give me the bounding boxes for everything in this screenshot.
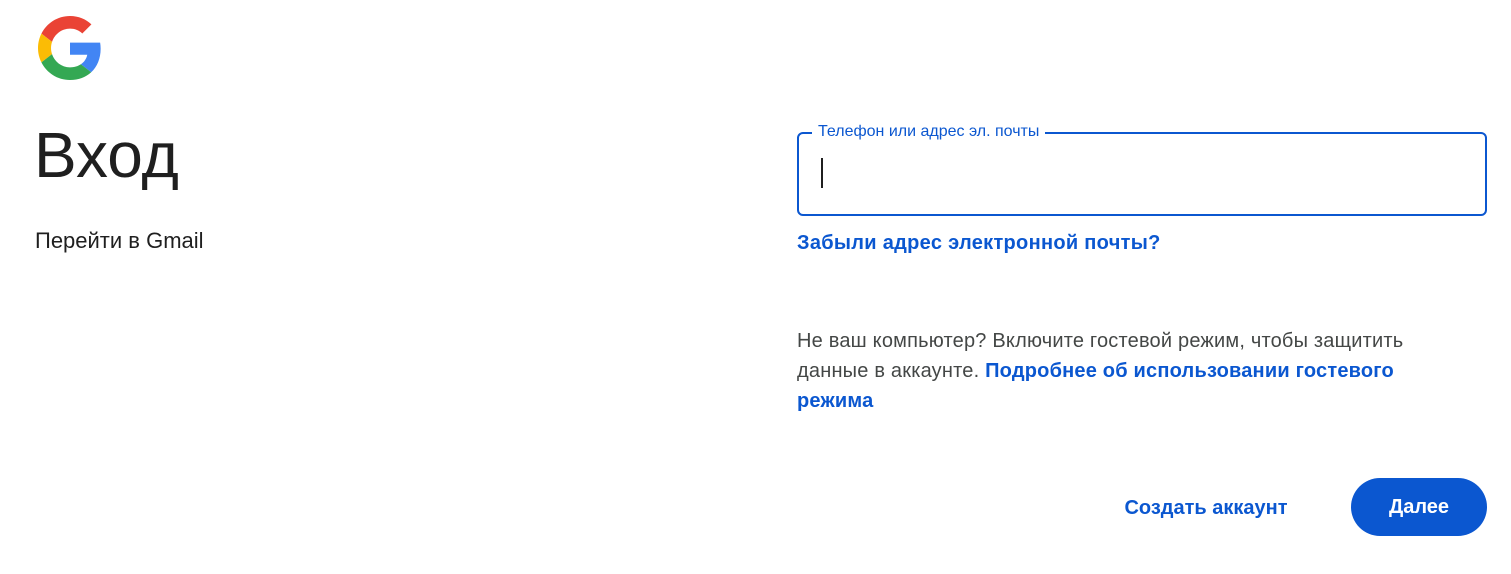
forgot-email-link[interactable]: Забыли адрес электронной почты? <box>797 232 1161 255</box>
create-account-button[interactable]: Создать аккаунт <box>1108 480 1304 536</box>
google-g-icon <box>38 16 101 80</box>
email-field[interactable] <box>820 156 1464 192</box>
page-title: Вход <box>34 119 179 191</box>
text-caret <box>821 158 823 188</box>
sign-in-page: Вход Перейти в Gmail Телефон или адрес э… <box>0 0 1511 574</box>
page-subtitle: Перейти в Gmail <box>35 228 204 253</box>
next-button[interactable]: Далее <box>1351 478 1487 536</box>
guest-mode-notice: Не ваш компьютер? Включите гостевой режи… <box>797 326 1457 416</box>
email-field-label: Телефон или адрес эл. почты <box>812 122 1046 142</box>
